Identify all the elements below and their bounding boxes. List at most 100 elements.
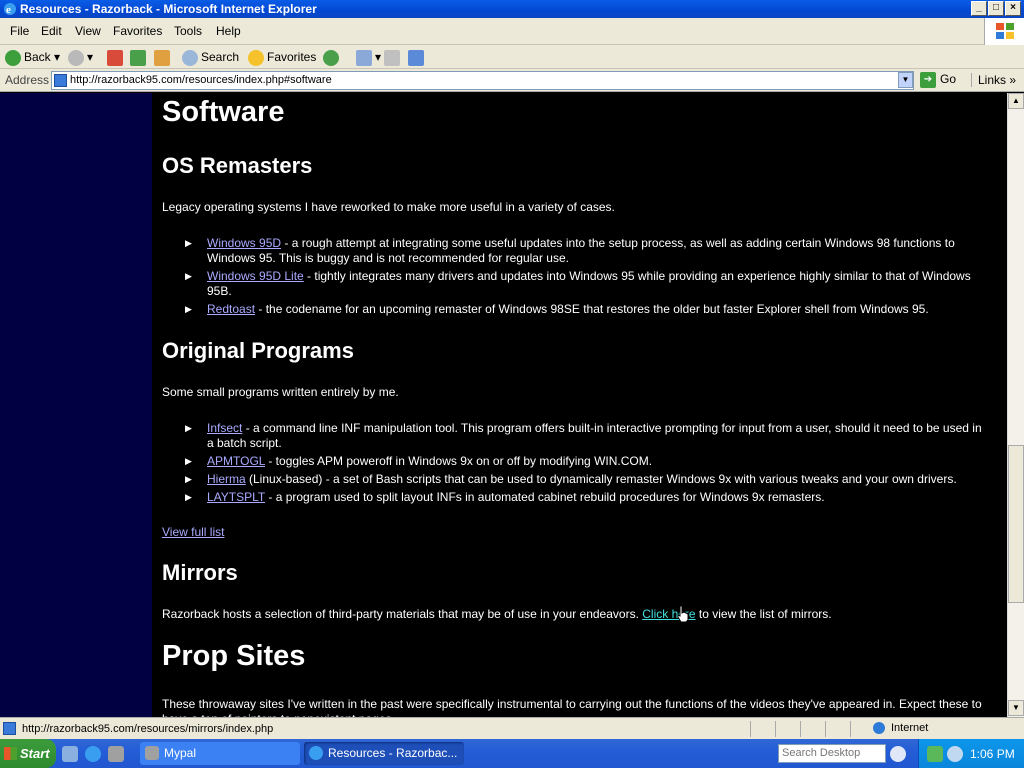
mail-icon	[356, 49, 372, 66]
task-mypal[interactable]: Mypal	[140, 742, 300, 765]
title-bar: e Resources - Razorback - Microsoft Inte…	[0, 0, 1024, 18]
clock: 1:06 PM	[970, 747, 1015, 761]
links-label: Links	[978, 73, 1007, 87]
task-ie[interactable]: Resources - Razorbac...	[304, 742, 464, 765]
prop-paragraph: These throwaway sites I've written in th…	[162, 697, 982, 717]
item-text: - tightly integrates many drivers and up…	[207, 269, 971, 298]
windows-flag-icon	[4, 747, 17, 760]
heading-software: Software	[162, 96, 285, 128]
mail-button[interactable]: ▾	[356, 48, 381, 66]
heading-original-programs: Original Programs	[162, 338, 354, 363]
scroll-thumb[interactable]	[1008, 445, 1024, 603]
scroll-up-button[interactable]: ▲	[1008, 93, 1024, 109]
vertical-scrollbar[interactable]: ▲ ▼	[1007, 93, 1024, 717]
link-redtoast[interactable]: Redtoast	[207, 302, 255, 316]
status-segment	[850, 721, 851, 737]
page-icon	[3, 722, 16, 735]
home-icon	[154, 49, 170, 66]
list-item: ▶ Hierma (Linux-based) - a set of Bash s…	[185, 472, 987, 487]
search-icon	[182, 49, 198, 66]
page-sidebar	[0, 93, 152, 717]
mirrors-text-end: to view the list of mirrors.	[695, 607, 832, 621]
close-button[interactable]: ×	[1005, 1, 1021, 16]
menu-help[interactable]: Help	[216, 24, 241, 38]
menu-tools[interactable]: Tools	[174, 24, 202, 38]
menu-edit[interactable]: Edit	[41, 24, 62, 38]
stop-icon	[107, 49, 123, 66]
link-windows-95d[interactable]: Windows 95D	[207, 236, 281, 250]
links-button[interactable]: Links »	[971, 73, 1016, 87]
link-apmtogl[interactable]: APMTOGL	[207, 454, 265, 468]
mypal-quicklaunch-icon[interactable]	[108, 746, 124, 762]
taskbar: Start Mypal Resources - Razorbac... Sear…	[0, 739, 1024, 768]
forward-button[interactable]: ▾	[68, 48, 93, 66]
link-hierma[interactable]: Hierma	[207, 472, 246, 486]
restore-button[interactable]: □	[988, 1, 1004, 16]
tray-search-icon[interactable]	[947, 746, 963, 762]
menu-bar: File Edit View Favorites Tools Help	[0, 18, 1024, 45]
page-icon	[54, 74, 67, 87]
menu-favorites[interactable]: Favorites	[113, 24, 162, 38]
globe-icon	[873, 722, 885, 735]
page-viewport: Software OS Remasters Legacy operating s…	[0, 93, 1007, 717]
ie-icon	[309, 746, 323, 760]
address-bar: Address http://razorback95.com/resources…	[0, 69, 1024, 92]
status-bar: http://razorback95.com/resources/mirrors…	[0, 717, 1024, 739]
link-laytsplt[interactable]: LAYTSPLT	[207, 490, 265, 504]
search-go-icon[interactable]	[890, 746, 906, 762]
desktop-search-input[interactable]: Search Desktop	[778, 744, 886, 763]
go-arrow-icon: ➔	[920, 72, 936, 88]
task-label: Mypal	[164, 746, 197, 760]
scroll-down-button[interactable]: ▼	[1008, 700, 1024, 716]
status-segment	[775, 721, 776, 737]
forward-arrow-icon	[68, 49, 84, 66]
status-segment	[750, 721, 751, 737]
edit-button[interactable]	[408, 48, 427, 66]
minimize-button[interactable]: _	[971, 1, 987, 16]
ie-icon: e	[3, 2, 17, 16]
window-title: Resources - Razorback - Microsoft Intern…	[20, 2, 317, 16]
view-full-list-link[interactable]: View full list	[162, 525, 224, 539]
print-button[interactable]	[384, 48, 403, 66]
status-text: http://razorback95.com/resources/mirrors…	[22, 723, 274, 735]
list-item: ▶ LAYTSPLT - a program used to split lay…	[185, 490, 987, 505]
menu-file[interactable]: File	[10, 24, 29, 38]
history-icon	[323, 49, 339, 66]
list-item: ▶ Infsect - a command line INF manipulat…	[185, 421, 987, 451]
hand-cursor-icon	[677, 605, 689, 623]
item-text: (Linux-based) - a set of Bash scripts th…	[245, 472, 957, 486]
svg-text:e: e	[6, 4, 11, 16]
refresh-button[interactable]	[130, 48, 149, 66]
address-dropdown-button[interactable]: ▼	[898, 72, 913, 88]
bullet-icon: ▶	[185, 271, 192, 281]
menu-view[interactable]: View	[75, 24, 101, 38]
item-text: - a rough attempt at integrating some us…	[207, 236, 955, 265]
status-segment	[825, 721, 826, 737]
link-windows-95d-lite[interactable]: Windows 95D Lite	[207, 269, 304, 283]
start-button[interactable]: Start	[0, 739, 56, 768]
home-button[interactable]	[154, 48, 173, 66]
tray-network-icon[interactable]	[927, 746, 943, 762]
ie-quicklaunch-icon[interactable]	[85, 746, 101, 762]
back-button[interactable]: Back ▾	[5, 48, 60, 66]
link-infsect[interactable]: Infsect	[207, 421, 242, 435]
list-item: ▶ Windows 95D - a rough attempt at integ…	[185, 236, 987, 266]
stop-button[interactable]	[107, 48, 126, 66]
bullet-icon: ▶	[185, 304, 192, 314]
bullet-icon: ▶	[185, 423, 192, 433]
favorites-button[interactable]: Favorites	[248, 48, 316, 66]
mirrors-paragraph: Razorback hosts a selection of third-par…	[162, 607, 832, 621]
back-arrow-icon	[5, 49, 21, 66]
original-intro: Some small programs written entirely by …	[162, 385, 399, 399]
history-button[interactable]	[323, 48, 342, 66]
address-label: Address	[5, 73, 50, 87]
bullet-icon: ▶	[185, 238, 192, 248]
item-text: - a program used to split layout INFs in…	[265, 490, 825, 504]
address-input[interactable]: http://razorback95.com/resources/index.p…	[51, 71, 914, 90]
show-desktop-icon[interactable]	[62, 746, 78, 762]
heading-os-remasters: OS Remasters	[162, 153, 313, 178]
back-label: Back	[24, 50, 51, 64]
go-button[interactable]: ➔ Go	[920, 72, 956, 88]
print-icon	[384, 49, 400, 66]
search-button[interactable]: Search	[182, 48, 239, 66]
